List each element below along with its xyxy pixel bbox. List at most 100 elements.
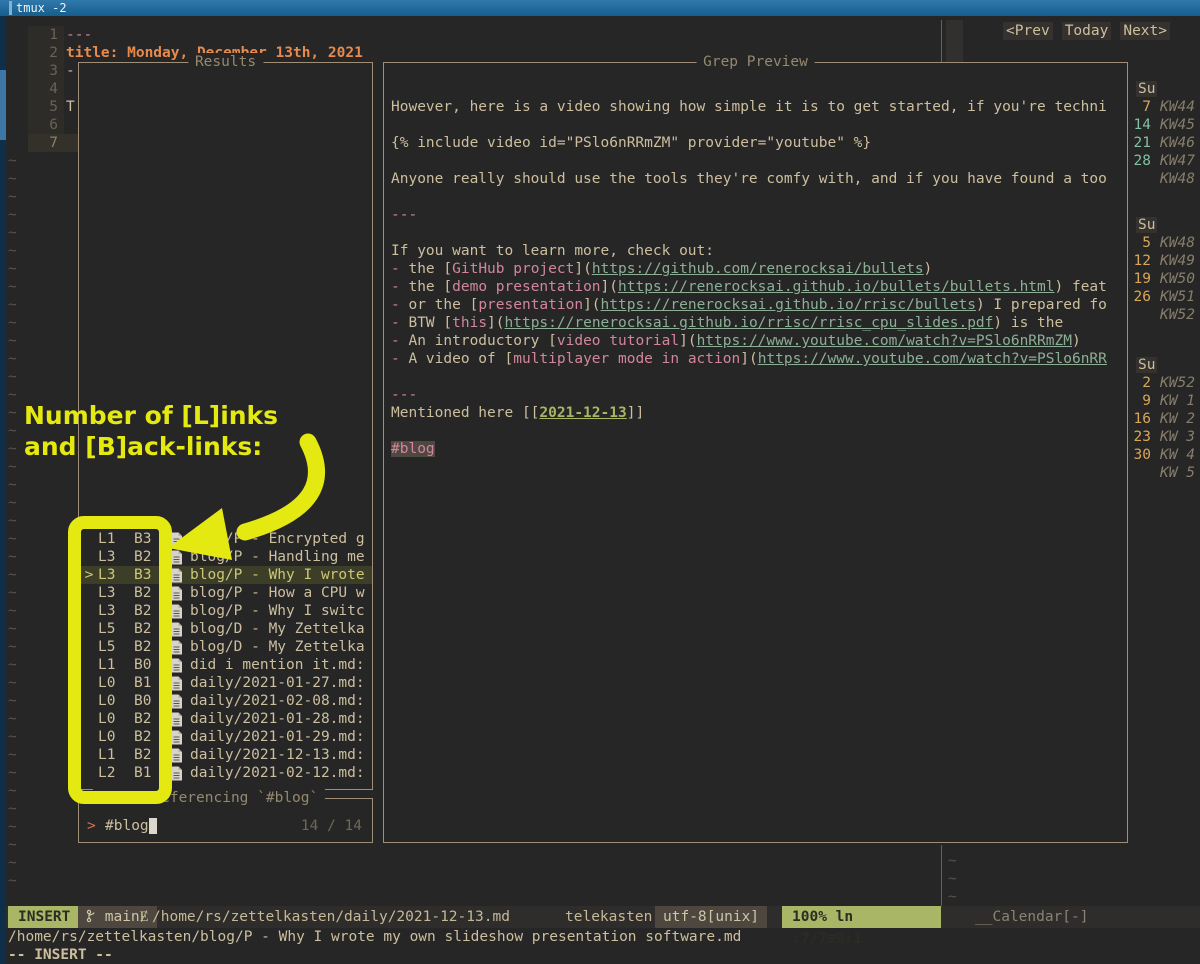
file-icon [170,746,190,764]
preview-line: - A video of [multiplayer mode in action… [391,350,1121,368]
calendar-week-row[interactable]: 30 KW 4 [1132,446,1195,464]
calendar-day[interactable]: 2 [1132,374,1151,392]
calendar-day[interactable]: 21 [1132,134,1151,152]
calendar-week-row[interactable]: 19KW50 [1132,270,1195,288]
tilde-marker: ~ [8,566,17,584]
tilde-marker: ~ [8,242,17,260]
terminal-scrollbar[interactable] [0,16,6,964]
window-separator-top[interactable] [941,20,942,63]
calendar-week-row[interactable]: KW48 [1132,170,1195,188]
tmux-window-border [9,1,12,15]
line-number: 3 [28,62,58,80]
calendar-week-number: KW 4 [1160,447,1195,463]
file-icon [170,620,190,638]
calendar-week-row[interactable]: 21KW46 [1132,134,1195,152]
preview-line: Mentioned here [[2021-12-13]] [391,404,1121,422]
calendar-day[interactable]: 7 [1132,98,1151,116]
preview-segment: ) [1072,333,1081,349]
calendar-week-row[interactable]: 23KW 3 [1132,428,1195,446]
calendar-week-row[interactable]: 5KW48 [1132,234,1195,252]
results-window-title: Results [188,53,263,71]
calendar-day-header-label: Su [1136,81,1157,97]
calendar-day-header: Su [1136,216,1157,234]
calendar-week-row[interactable]: 2KW52 [1132,374,1195,392]
statusline-file-path: /home/rs/zettelkasten/daily/2021-12-13.m… [152,906,510,928]
tilde-marker: ~ [8,260,17,278]
calendar-day[interactable]: 9 [1132,392,1151,410]
calendar-week-row[interactable]: 26KW51 [1132,288,1195,306]
calendar-day[interactable]: 12 [1132,252,1151,270]
calendar-today-button[interactable]: Today [1062,22,1112,40]
calendar-week-row[interactable]: 7KW44 [1132,98,1195,116]
tilde-marker: ~ [8,584,17,602]
tilde-marker: ~ [8,458,17,476]
calendar-day[interactable]: 30 [1132,446,1151,464]
preview-segment: #blog [391,441,435,457]
tilde-marker: ~ [8,710,17,728]
tilde-marker: ~ [8,800,17,818]
search-input[interactable]: #blog [105,817,149,835]
preview-line: - An introductory [video tutorial](https… [391,332,1121,350]
calendar-week-number: KW49 [1160,253,1195,269]
calendar-next-button[interactable]: Next> [1120,22,1170,40]
preview-segment: https://www.youtube.com/watch?v=PSlo6nRR [758,351,1107,367]
file-icon [170,764,190,782]
calendar-week-row[interactable]: 9KW 1 [1132,392,1195,410]
calendar-prev-button[interactable]: <Prev [1003,22,1053,40]
result-file-name: blog/D - My Zettelka [190,620,372,638]
preview-line: - BTW [this](https://renerocksai.github.… [391,314,1121,332]
calendar-week-row[interactable]: KW 5 [1132,464,1195,482]
git-branch-icon [86,909,96,923]
calendar-week-number: KW 5 [1160,465,1195,481]
calendar-day[interactable]: 16 [1132,410,1151,428]
tilde-marker: ~ [8,278,17,296]
prompt-window: Notes referencing `#blog` > #blog 14 / 1… [78,798,373,843]
grep-preview-window[interactable]: Grep Preview However, here is a video sh… [383,62,1128,843]
preview-segment: or the [ [408,297,478,313]
file-icon [170,674,190,692]
tmux-title-bar: tmux -2 [0,0,1200,16]
calendar-week-row[interactable]: 14 KW45 [1132,116,1195,134]
statusline: INSERT mainɆ /home/rs/zettelkasten/daily… [0,906,1200,928]
preview-line: - the [demo presentation](https://renero… [391,278,1121,296]
calendar-week-row[interactable]: 28KW47 [1132,152,1195,170]
preview-segment: A video of [ [408,351,513,367]
result-counter: 14 / 14 [301,817,362,835]
window-separator-bottom[interactable] [941,845,942,906]
file-icon [170,602,190,620]
tilde-marker: ~ [948,852,957,870]
preview-segment: ) is the [993,315,1063,331]
tilde-marker: ~ [8,548,17,566]
tilde-marker: ~ [948,870,957,888]
calendar-week-row[interactable]: 16 KW 2 [1132,410,1195,428]
git-branch-flag: Ɇ [140,909,149,925]
calendar-day[interactable]: 14 [1132,116,1151,134]
buffer-text-line: --- [66,26,92,44]
scrollbar-thumb[interactable] [0,70,6,140]
preview-segment: ]( [601,279,618,295]
calendar-day[interactable]: 26 [1132,288,1151,306]
preview-segment: GitHub project [452,261,574,277]
statusline-encoding: utf-8[unix] [655,906,767,928]
calendar-day[interactable]: 5 [1132,234,1151,252]
calendar-week-row[interactable]: 12 KW49 [1132,252,1195,270]
preview-segment: - [391,333,408,349]
calendar-day[interactable]: 23 [1132,428,1151,446]
tilde-marker: ~ [8,854,17,872]
mode-message: -- INSERT -- [8,946,113,964]
preview-line: Anyone really should use the tools they'… [391,170,1121,188]
calendar-day[interactable]: 19 [1132,270,1151,288]
calendar-week-number: KW48 [1160,171,1195,187]
preview-segment: https://renerocksai.github.io/rrisc/rris… [505,315,994,331]
calendar-day[interactable]: 28 [1132,152,1151,170]
preview-segment: ]( [487,315,504,331]
calendar-week-number: KW45 [1160,117,1195,133]
annotation-arrow-icon [150,420,335,590]
preview-segment: https://renerocksai.github.io/rrisc/bull… [601,297,976,313]
calendar-week-number: KW 2 [1160,411,1195,427]
result-file-name: daily/2021-12-13.md: [190,746,372,764]
calendar-week-row[interactable]: KW52 [1132,306,1195,324]
tilde-marker: ~ [8,602,17,620]
tilde-marker: ~ [8,638,17,656]
calendar-week-number: KW52 [1160,307,1195,323]
